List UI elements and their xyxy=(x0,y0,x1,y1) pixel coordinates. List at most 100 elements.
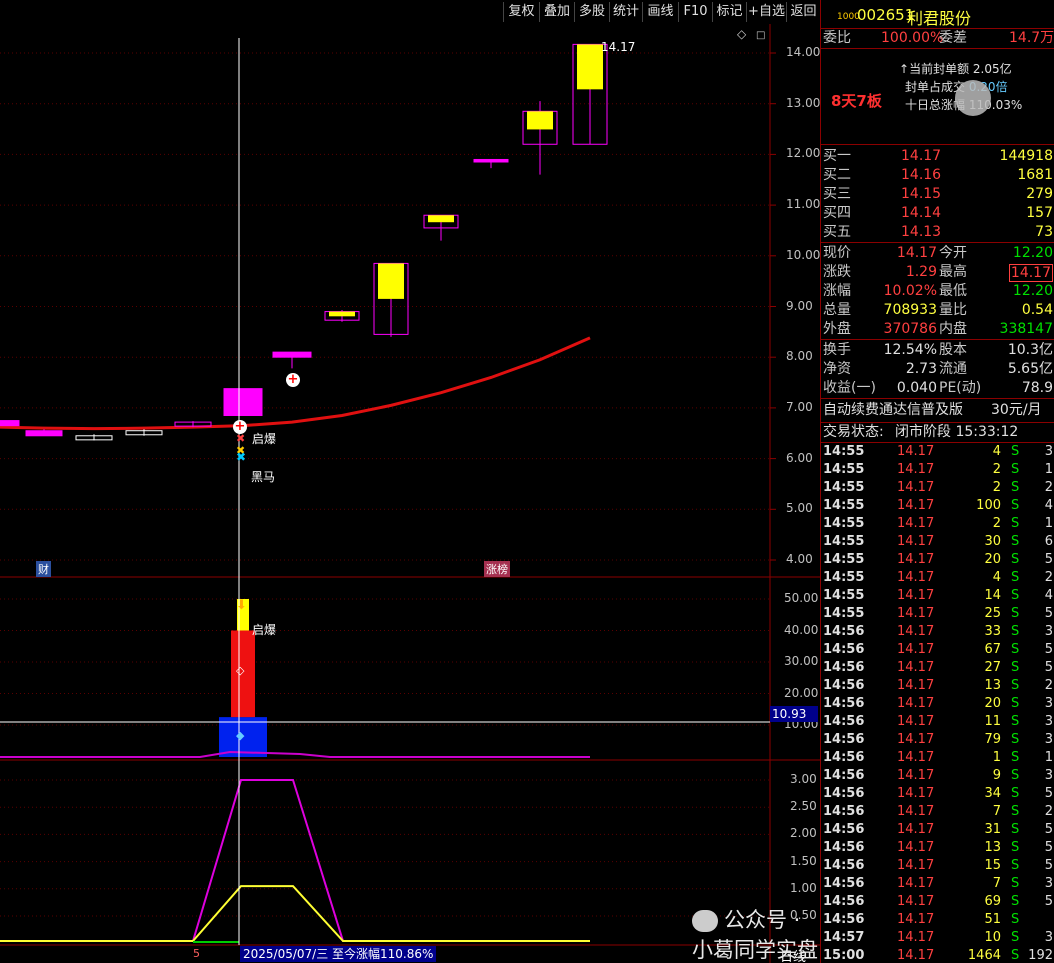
tick-row: 15:00 14.17 1464 S 192 xyxy=(821,947,1054,963)
arrow-down-icon: ⬇ xyxy=(236,598,247,613)
tick-volume: 100 xyxy=(976,498,1001,513)
fuquan-button[interactable]: 复权 xyxy=(503,2,539,22)
indicator-tick-label: 3.00 xyxy=(790,772,817,786)
red-cross-icon: + xyxy=(286,372,300,387)
bid-volume: 279 xyxy=(1026,186,1053,202)
tick-side: S xyxy=(1011,480,1020,495)
limit-up-marker[interactable]: 涨榜 xyxy=(484,561,510,577)
tick-count: 3 xyxy=(1044,444,1053,459)
volume-line xyxy=(0,750,590,758)
tick-volume: 69 xyxy=(984,894,1001,909)
multi-stock-button[interactable]: 多股 xyxy=(574,2,609,22)
candle-inner xyxy=(428,215,454,223)
tick-price: 14.17 xyxy=(897,822,935,837)
tick-price: 14.17 xyxy=(897,570,935,585)
tick-count: 5 xyxy=(1044,552,1053,567)
tick-time: 14:56 xyxy=(823,876,865,891)
back-button[interactable]: 返回 xyxy=(786,2,820,22)
quote-label: 量比 xyxy=(939,302,967,318)
indicator-tick-label: 1.00 xyxy=(790,880,817,895)
quote-row: 现价 14.17 今开 12.20 xyxy=(821,244,1054,263)
bid-row: 买三 14.15 279 xyxy=(821,185,1054,204)
tick-side: S xyxy=(1011,570,1020,585)
indicator-line-magenta xyxy=(0,779,590,942)
tick-volume: 14 xyxy=(984,588,1001,603)
stats-button[interactable]: 统计 xyxy=(609,2,642,22)
kline-chart[interactable]: ◇ □ xyxy=(0,24,820,963)
overlay-button[interactable]: 叠加 xyxy=(539,2,574,22)
tick-time: 14:55 xyxy=(823,516,865,531)
tick-time: 14:55 xyxy=(823,462,865,477)
tick-row: 14:56 14.17 11 S 3 xyxy=(821,713,1054,731)
finance-row: 净资 2.73 流通 5.65亿 xyxy=(821,360,1054,379)
board-count: 8天7板 xyxy=(831,92,882,110)
quote-value: 12.20 xyxy=(1012,283,1053,299)
quote-row: 涨跌 1.29 最高 14.17 xyxy=(821,263,1054,282)
tick-volume: 79 xyxy=(984,732,1001,747)
tick-side: S xyxy=(1011,732,1020,747)
tick-price: 14.17 xyxy=(897,840,935,855)
bid-label: 买二 xyxy=(823,167,851,183)
tick-count: 2 xyxy=(1044,678,1053,693)
bid-label: 买一 xyxy=(823,148,851,164)
promo-row[interactable]: 自动续费通达信普及版 30元/月 xyxy=(821,401,1054,420)
signal-heima-label: 黑马 xyxy=(251,470,276,484)
add-watchlist-button[interactable]: +自选 xyxy=(746,2,786,22)
tick-side: S xyxy=(1011,804,1020,819)
tick-row: 14:56 14.17 13 S 2 xyxy=(821,677,1054,695)
tick-side: S xyxy=(1011,750,1020,765)
tick-time: 14:56 xyxy=(823,858,865,873)
diamond-icon: ◇ xyxy=(737,27,747,41)
tick-row: 14:55 14.17 100 S 4 xyxy=(821,497,1054,515)
tick-side: S xyxy=(1011,444,1020,459)
quote-panel: 1000 002651 利君股份 委比 100.00% 委差 14.7万 8天7… xyxy=(820,0,1054,963)
tick-volume: 1464 xyxy=(967,948,1001,963)
tick-side: S xyxy=(1011,498,1020,513)
price-tick-label: 7.00 xyxy=(786,399,813,414)
tick-price: 14.17 xyxy=(897,696,935,711)
tick-count: 5 xyxy=(1044,894,1053,909)
tick-price: 14.17 xyxy=(897,534,935,549)
tick-side: S xyxy=(1011,858,1020,873)
tick-price: 14.17 xyxy=(897,768,935,783)
tick-side: S xyxy=(1011,678,1020,693)
signal-butterfly-blue-icon: ✖ xyxy=(236,450,247,464)
chart-area[interactable]: ◇ □ 14.00 13.00 12.00 11.00 10.00 9.00 8.00 7.0… xyxy=(0,24,820,963)
tick-time: 14:55 xyxy=(823,570,865,585)
quote-value: 12.20 xyxy=(1012,245,1053,261)
tick-side: S xyxy=(1011,948,1020,963)
quote-label: 外盘 xyxy=(823,321,851,337)
finance-marker[interactable]: 财 xyxy=(36,561,51,577)
bid-label: 买五 xyxy=(823,224,851,240)
tick-price: 14.17 xyxy=(897,516,935,531)
tick-count: 5 xyxy=(1044,822,1053,837)
tick-side: S xyxy=(1011,660,1020,675)
signal-qibao-label: 启爆 xyxy=(252,432,277,446)
volume-tick-label: 40.00 xyxy=(784,622,819,637)
quote-row: 外盘 370786 内盘 338147 xyxy=(821,320,1054,339)
finance-value: 10.3亿 xyxy=(1007,342,1053,358)
mark-button[interactable]: 标记 xyxy=(712,2,746,22)
tick-count: 3 xyxy=(1044,624,1053,639)
tick-side: S xyxy=(1011,876,1020,891)
tick-volume: 25 xyxy=(984,606,1001,621)
draw-line-button[interactable]: 画线 xyxy=(642,2,678,22)
bid-volume: 73 xyxy=(1035,224,1053,240)
tick-side: S xyxy=(1011,822,1020,837)
bid-row: 买一 14.17 144918 xyxy=(821,147,1054,166)
volume-signal-label: 启爆 xyxy=(252,623,277,637)
tick-time: 14:55 xyxy=(823,498,865,513)
quote-value: 708933 xyxy=(883,302,937,318)
price-tick-label: 13.00 xyxy=(786,95,821,110)
bid-row: 买四 14.14 157 xyxy=(821,204,1054,223)
tick-time: 14:55 xyxy=(823,588,865,603)
f10-button[interactable]: F10 xyxy=(678,2,712,22)
tick-volume: 7 xyxy=(992,876,1001,891)
price-tick-label: 14.00 xyxy=(786,45,821,59)
quote-value: 14.17 xyxy=(896,245,937,261)
volume-cursor-value: 10.93 xyxy=(770,706,818,722)
tick-count: 3 xyxy=(1044,714,1053,729)
price-tick-label: 8.00 xyxy=(786,349,813,364)
diamond-gem-icon: ◇ xyxy=(236,664,245,677)
tick-side: S xyxy=(1011,552,1020,567)
